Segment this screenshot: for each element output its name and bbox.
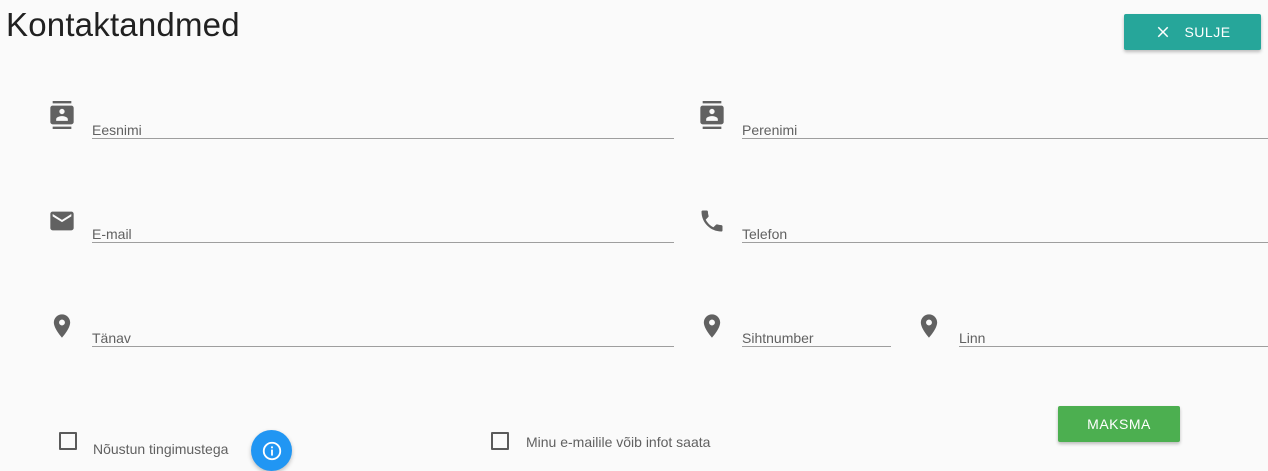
location-pin-icon: [698, 312, 726, 340]
newsletter-label: Minu e-mailile võib infot saata: [526, 434, 711, 450]
close-button[interactable]: SULJE: [1124, 14, 1261, 50]
phone-input[interactable]: [742, 216, 1268, 242]
contact-icon: [48, 101, 76, 129]
email-input[interactable]: [92, 216, 674, 242]
first-name-field[interactable]: [92, 112, 674, 139]
location-pin-icon: [48, 312, 76, 340]
street-input[interactable]: [92, 320, 674, 346]
mail-icon: [48, 207, 76, 235]
terms-label: Nõustun tingimustega: [93, 441, 229, 457]
terms-info-button[interactable]: [251, 430, 292, 471]
newsletter-checkbox[interactable]: [491, 432, 509, 450]
postal-code-field[interactable]: [742, 320, 891, 347]
pay-button[interactable]: MAKSMA: [1058, 406, 1180, 442]
city-field[interactable]: [959, 320, 1268, 347]
location-pin-icon: [915, 312, 943, 340]
last-name-input[interactable]: [742, 112, 1268, 138]
phone-field[interactable]: [742, 216, 1268, 243]
phone-icon: [698, 207, 726, 235]
close-icon: [1158, 26, 1169, 38]
street-field[interactable]: [92, 320, 674, 347]
email-field[interactable]: [92, 216, 674, 243]
close-button-label: SULJE: [1184, 24, 1231, 40]
terms-checkbox[interactable]: [59, 432, 77, 450]
city-input[interactable]: [959, 320, 1268, 346]
contact-icon: [698, 101, 726, 129]
first-name-input[interactable]: [92, 112, 674, 138]
info-icon: [262, 441, 281, 460]
postal-code-input[interactable]: [742, 320, 891, 346]
page-title: Kontaktandmed: [6, 6, 240, 43]
last-name-field[interactable]: [742, 112, 1268, 139]
